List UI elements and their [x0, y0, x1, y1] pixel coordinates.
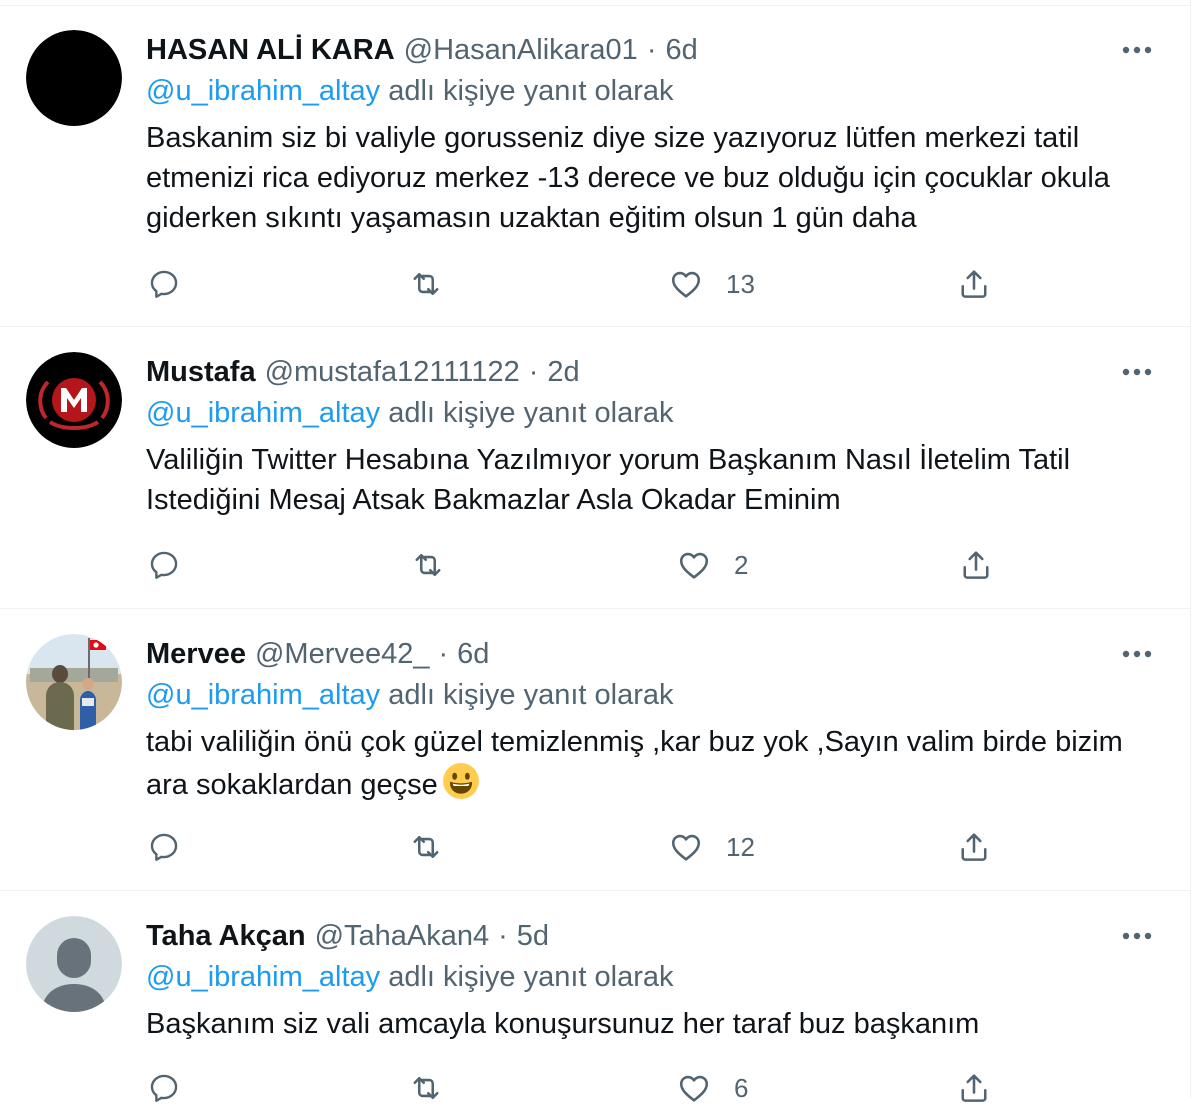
tweet-text-body: tabi valiliğin önü çok güzel temizlenmiş…: [146, 726, 1123, 801]
ellipsis-icon: [1122, 650, 1152, 658]
like-button[interactable]: 13: [668, 264, 755, 304]
like-count: 13: [726, 268, 755, 299]
heart-icon: [679, 1075, 709, 1102]
reply-button[interactable]: [146, 545, 204, 585]
tweet-header: HASAN ALİ KARA @HasanAlikara01 · 6d: [146, 30, 698, 70]
separator-dot: ·: [438, 637, 449, 670]
avatar[interactable]: [26, 634, 122, 730]
tweet-header: Mustafa @mustafa12111122 · 2d: [146, 352, 580, 392]
share-button[interactable]: [958, 545, 994, 585]
user-handle[interactable]: @TahaAkan4: [315, 920, 490, 953]
reply-button[interactable]: [146, 1068, 204, 1108]
share-button[interactable]: [956, 827, 992, 867]
reply-button[interactable]: [146, 827, 204, 867]
separator-dot: ·: [498, 919, 508, 952]
reply-icon: [150, 1074, 178, 1102]
heart-icon: [679, 552, 709, 579]
avatar[interactable]: [26, 30, 122, 126]
tweet-feed: HASAN ALİ KARA @HasanAlikara01 · 6d @u_i…: [0, 0, 1191, 1103]
more-options-button[interactable]: [1120, 642, 1154, 666]
like-button[interactable]: 12: [668, 827, 755, 867]
grinning-face-emoji-icon: [442, 763, 479, 799]
tweet[interactable]: HASAN ALİ KARA @HasanAlikara01 · 6d @u_i…: [0, 6, 1190, 327]
tweet-actions: 12: [146, 827, 1006, 867]
retweet-icon: [415, 553, 441, 577]
heart-icon: [671, 271, 701, 298]
reply-icon: [150, 833, 178, 861]
tweet-actions: 2: [146, 545, 1006, 585]
tweet-actions: 13: [146, 264, 1006, 304]
share-icon: [963, 551, 989, 579]
reply-context-label: adlı kişiye yanıt olarak: [388, 679, 674, 711]
reply-context: @u_ibrahim_altay adlı kişiye yanıt olara…: [146, 397, 674, 430]
m-logo-icon: [26, 352, 122, 448]
reply-icon: [150, 551, 178, 579]
retweet-icon: [413, 835, 439, 859]
black-circle-avatar-icon: [26, 30, 122, 126]
retweet-icon: [413, 1076, 439, 1100]
tweet-text: tabi valiliğin önü çok güzel temizlenmiş…: [146, 722, 1156, 805]
timestamp[interactable]: 2d: [547, 356, 579, 389]
tweet-text: Başkanım siz vali amcayla konuşursunuz h…: [146, 1008, 980, 1040]
user-handle[interactable]: @HasanAlikara01: [404, 34, 638, 67]
retweet-button[interactable]: [408, 264, 466, 304]
tweet[interactable]: Taha Akçan @TahaAkan4 · 5d @u_ibrahim_al…: [0, 891, 1190, 1103]
share-icon: [961, 833, 987, 861]
reply-icon: [150, 270, 178, 298]
separator-dot: ·: [646, 33, 657, 66]
like-button[interactable]: 6: [676, 1068, 748, 1108]
ellipsis-icon: [1122, 368, 1152, 376]
like-count: 2: [734, 549, 749, 580]
share-icon: [961, 270, 987, 298]
reply-context-label: adlı kişiye yanıt olarak: [388, 397, 674, 429]
separator-dot: ·: [528, 355, 539, 388]
more-options-button[interactable]: [1120, 38, 1154, 62]
retweet-icon: [413, 272, 439, 296]
timestamp[interactable]: 6d: [665, 34, 697, 67]
retweet-button[interactable]: [408, 1068, 466, 1108]
photo-avatar-icon: [26, 634, 122, 730]
like-count: 6: [734, 1072, 749, 1103]
ellipsis-icon: [1122, 932, 1152, 940]
tweet-actions: 6: [146, 1068, 1006, 1108]
mention-link[interactable]: @u_ibrahim_altay: [146, 961, 380, 993]
display-name[interactable]: Mervee: [146, 638, 246, 671]
ellipsis-icon: [1122, 46, 1152, 54]
like-count: 12: [726, 831, 755, 862]
more-options-button[interactable]: [1120, 360, 1154, 384]
retweet-button[interactable]: [408, 827, 466, 867]
tweet[interactable]: Mustafa @mustafa12111122 · 2d @u_ibrahim…: [0, 327, 1190, 609]
share-button[interactable]: [956, 264, 992, 304]
reply-context: @u_ibrahim_altay adlı kişiye yanıt olara…: [146, 75, 674, 108]
mention-link[interactable]: @u_ibrahim_altay: [146, 679, 380, 711]
user-handle[interactable]: @Mervee42_: [255, 638, 430, 671]
tweet-text: Baskanim siz bi valiyle gorusseniz diye …: [146, 122, 1110, 234]
avatar[interactable]: [26, 352, 122, 448]
share-icon: [961, 1074, 987, 1102]
more-options-button[interactable]: [1120, 924, 1154, 948]
heart-icon: [671, 834, 701, 861]
display-name[interactable]: Taha Akçan: [146, 920, 306, 953]
default-person-avatar-icon: [26, 916, 122, 1012]
tweet[interactable]: Mervee @Mervee42_ · 6d @u_ibrahim_altay …: [0, 609, 1190, 891]
share-button[interactable]: [956, 1068, 992, 1108]
reply-button[interactable]: [146, 264, 204, 304]
timestamp[interactable]: 5d: [517, 920, 549, 953]
reply-context-label: adlı kişiye yanıt olarak: [388, 75, 674, 107]
tweet-header: Taha Akçan @TahaAkan4 · 5d: [146, 916, 549, 956]
mention-link[interactable]: @u_ibrahim_altay: [146, 397, 380, 429]
display-name[interactable]: HASAN ALİ KARA: [146, 34, 395, 67]
display-name[interactable]: Mustafa: [146, 356, 256, 389]
reply-context: @u_ibrahim_altay adlı kişiye yanıt olara…: [146, 961, 674, 994]
retweet-button[interactable]: [410, 545, 468, 585]
like-button[interactable]: 2: [676, 545, 748, 585]
tweet-header: Mervee @Mervee42_ · 6d: [146, 634, 489, 674]
reply-context: @u_ibrahim_altay adlı kişiye yanıt olara…: [146, 679, 674, 712]
user-handle[interactable]: @mustafa12111122: [265, 356, 520, 389]
avatar[interactable]: [26, 916, 122, 1012]
reply-context-label: adlı kişiye yanıt olarak: [388, 961, 674, 993]
tweet-text: Valiliğin Twitter Hesabına Yazılmıyor yo…: [146, 444, 1071, 516]
timestamp[interactable]: 6d: [457, 638, 489, 671]
mention-link[interactable]: @u_ibrahim_altay: [146, 75, 380, 107]
